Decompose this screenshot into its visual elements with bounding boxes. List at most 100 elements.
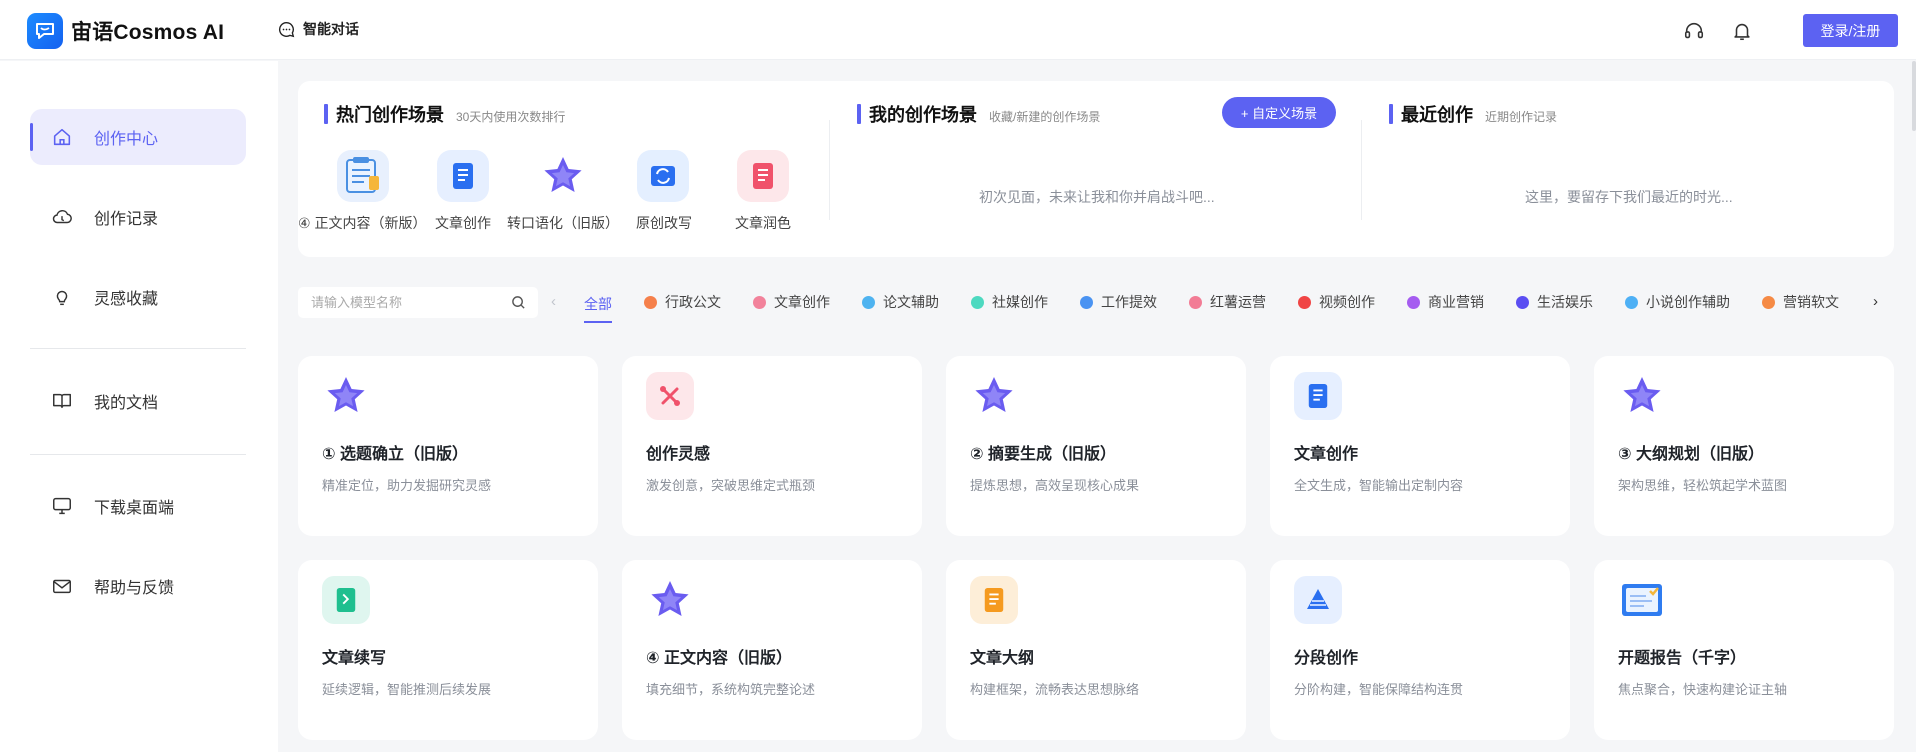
category-tab[interactable]: 工作提效: [1080, 292, 1157, 312]
hot-item-label[interactable]: 原创改写: [636, 213, 692, 233]
card-title: 创作灵感: [646, 446, 711, 463]
page-scrollbar[interactable]: [1912, 61, 1916, 131]
mail-icon: [50, 574, 74, 598]
scenario-card[interactable]: ① 选题确立（旧版） 精准定位，助力发掘研究灵感: [298, 356, 598, 536]
sidebar-item-label: 我的文档: [94, 395, 159, 412]
category-tab[interactable]: 小说创作辅助: [1625, 292, 1730, 312]
sidebar-item-label: 下载桌面端: [94, 500, 175, 517]
report-icon: [1618, 576, 1666, 624]
hot-item-label[interactable]: 文章创作: [435, 213, 491, 233]
category-label: 工作提效: [1101, 294, 1157, 310]
scenario-card[interactable]: 开题报告（千字） 焦点聚合，快速构建论证主轴: [1594, 560, 1894, 740]
login-register-button[interactable]: 登录/注册: [1803, 14, 1898, 47]
scenario-card[interactable]: 文章创作 全文生成，智能输出定制内容: [1270, 356, 1570, 536]
card-desc: 架构思维，轻松筑起学术蓝图: [1618, 478, 1788, 493]
my-scenarios-title: 我的创作场景: [869, 105, 977, 125]
section-divider: [829, 120, 830, 220]
headset-icon[interactable]: [1681, 18, 1707, 44]
card-desc: 提炼思想，高效呈现核心成果: [970, 478, 1140, 493]
sidebar-item-label: 帮助与反馈: [94, 580, 175, 597]
sidebar-item-creation-records[interactable]: 创作记录: [30, 189, 246, 245]
hot-item-label[interactable]: 文章润色: [735, 213, 791, 233]
article-icon[interactable]: [437, 150, 489, 202]
card-desc: 焦点聚合，快速构建论证主轴: [1618, 682, 1788, 697]
sidebar-item-help-feedback[interactable]: 帮助与反馈: [30, 558, 246, 614]
category-dot: [1080, 295, 1093, 309]
sidebar-item-inspiration[interactable]: 灵感收藏: [30, 269, 246, 325]
model-search: [298, 287, 538, 318]
hot-scenarios-subtitle: 30天内使用次数排行: [456, 110, 566, 124]
hot-scenarios-title: 热门创作场景: [336, 105, 444, 125]
sidebar-item-label: 灵感收藏: [94, 291, 159, 308]
sidebar-item-label: 创作记录: [94, 211, 159, 228]
book-icon: [50, 389, 74, 413]
my-scenarios-heading: 我的创作场景 收藏/新建的创作场景: [857, 101, 1100, 127]
category-tab[interactable]: 论文辅助: [862, 292, 939, 312]
star-icon: [970, 372, 1018, 420]
star-icon: [1618, 372, 1666, 420]
category-dot: [862, 295, 875, 309]
recent-empty: 这里，要留存下我们最近的时光...: [1525, 189, 1733, 205]
chevron-left-icon[interactable]: ‹: [551, 293, 556, 310]
card-desc: 激发创意，突破思维定式瓶颈: [646, 478, 816, 493]
category-tab[interactable]: 文章创作: [753, 292, 830, 312]
card-title: 分段创作: [1294, 650, 1359, 667]
scenario-card[interactable]: 分段创作 分阶构建，智能保障结构连贯: [1270, 560, 1570, 740]
category-label: 论文辅助: [883, 294, 939, 310]
category-label: 营销软文: [1783, 294, 1839, 310]
chat-icon: [278, 21, 295, 37]
sidebar-item-download-desktop[interactable]: 下载桌面端: [30, 478, 246, 534]
scenario-card[interactable]: 文章大纲 构建框架，流畅表达思想脉络: [946, 560, 1246, 740]
category-dot: [1189, 295, 1202, 309]
article-icon: [1294, 372, 1342, 420]
hot-item-label[interactable]: ④ 正文内容（新版）: [298, 213, 426, 233]
category-label: 社媒创作: [992, 294, 1048, 310]
card-desc: 分阶构建，智能保障结构连贯: [1294, 682, 1464, 697]
sidebar-divider: [30, 454, 246, 455]
scissors-icon: [646, 372, 694, 420]
card-title: 文章创作: [1294, 446, 1359, 463]
category-dot: [1625, 295, 1638, 309]
my-scenarios-empty: 初次见面，未来让我和你并肩战斗吧...: [979, 189, 1215, 205]
card-title: ④ 正文内容（旧版）: [646, 650, 792, 667]
category-tab-all[interactable]: 全部: [584, 294, 612, 323]
category-tab[interactable]: 商业营销: [1407, 292, 1484, 312]
sidebar-item-creation-center[interactable]: 创作中心: [30, 109, 246, 165]
brand[interactable]: 宙语Cosmos AI: [27, 13, 224, 49]
brand-logo-icon: [27, 13, 63, 49]
category-label: 红薯运营: [1210, 294, 1266, 310]
card-desc: 填充细节，系统构筑完整论述: [646, 682, 816, 697]
card-title: ② 摘要生成（旧版）: [970, 446, 1116, 463]
category-dot: [1298, 295, 1311, 309]
scenario-card[interactable]: ② 摘要生成（旧版） 提炼思想，高效呈现核心成果: [946, 356, 1246, 536]
rewrite-icon[interactable]: [637, 150, 689, 202]
nav-chat-link[interactable]: 智能对话: [278, 19, 359, 39]
category-tab[interactable]: 红薯运营: [1189, 292, 1266, 312]
chevron-right-icon[interactable]: ›: [1873, 293, 1878, 310]
category-tab[interactable]: 行政公文: [644, 292, 721, 312]
sidebar-item-my-docs[interactable]: 我的文档: [30, 373, 246, 429]
model-search-input[interactable]: [311, 295, 501, 310]
recent-subtitle: 近期创作记录: [1485, 110, 1558, 124]
scenario-card[interactable]: 文章续写 延续逻辑，智能推测后续发展: [298, 560, 598, 740]
custom-scenario-button[interactable]: + 自定义场景: [1222, 97, 1336, 128]
category-dot: [1516, 295, 1529, 309]
category-label: 行政公文: [665, 294, 721, 310]
search-icon[interactable]: [511, 295, 526, 313]
category-tab[interactable]: 营销软文: [1762, 292, 1839, 312]
nav-chat-label: 智能对话: [303, 21, 359, 37]
scenario-card[interactable]: 创作灵感 激发创意，突破思维定式瓶颈: [622, 356, 922, 536]
star-icon[interactable]: [537, 150, 589, 202]
category-tab[interactable]: 生活娱乐: [1516, 292, 1593, 312]
sidebar-item-label: 创作中心: [94, 131, 159, 148]
scenario-card[interactable]: ③ 大纲规划（旧版） 架构思维，轻松筑起学术蓝图: [1594, 356, 1894, 536]
star-icon: [322, 372, 370, 420]
card-desc: 精准定位，助力发掘研究灵感: [322, 478, 492, 493]
category-tab[interactable]: 社媒创作: [971, 292, 1048, 312]
category-tab[interactable]: 视频创作: [1298, 292, 1375, 312]
document-board-icon[interactable]: [337, 150, 389, 202]
polish-icon[interactable]: [737, 150, 789, 202]
bell-icon[interactable]: [1729, 18, 1755, 44]
scenario-card[interactable]: ④ 正文内容（旧版） 填充细节，系统构筑完整论述: [622, 560, 922, 740]
hot-item-label[interactable]: 转口语化（旧版）: [507, 213, 619, 233]
